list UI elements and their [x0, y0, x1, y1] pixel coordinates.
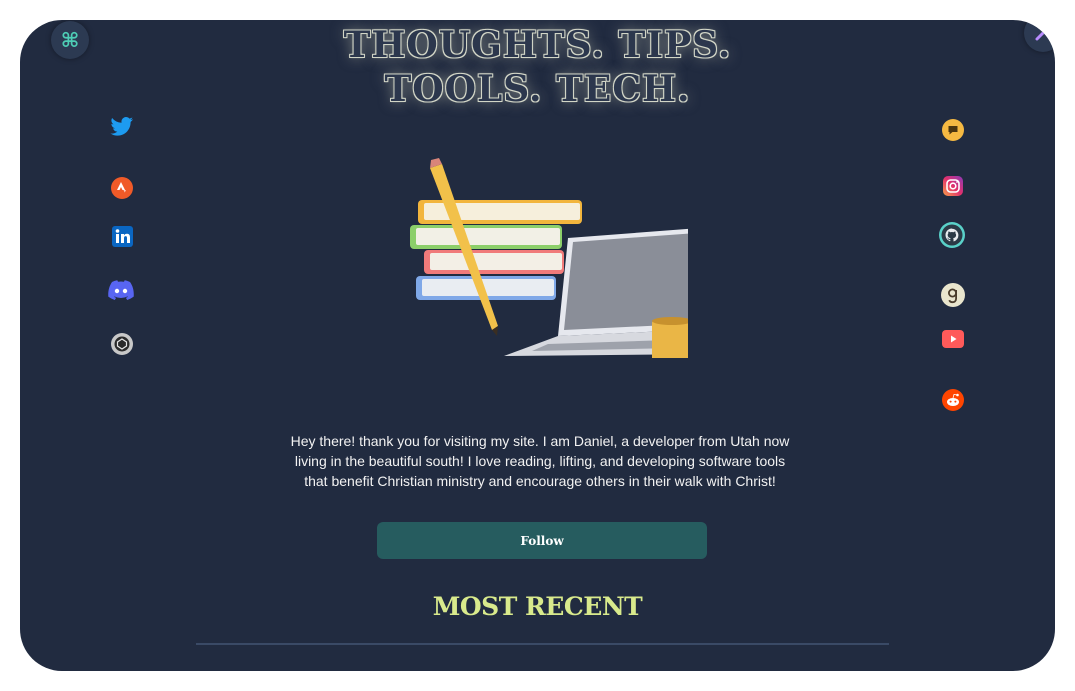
goodreads-link[interactable]	[940, 282, 966, 308]
linkedin-icon	[111, 225, 133, 247]
book-stack	[410, 200, 582, 300]
hero-headline-line-2: TOOLS. TECH.	[384, 68, 691, 110]
strava-icon	[111, 177, 133, 199]
youtube-icon	[942, 330, 964, 348]
reddit-icon	[942, 389, 964, 411]
coffee-mug	[652, 317, 688, 358]
discord-link[interactable]	[108, 277, 134, 303]
youtube-link[interactable]	[940, 326, 966, 352]
strava-link[interactable]	[109, 175, 135, 201]
section-divider	[196, 643, 889, 645]
chat-link[interactable]	[940, 117, 966, 143]
instagram-icon	[943, 176, 963, 196]
github-link[interactable]	[939, 222, 965, 248]
linkedin-link[interactable]	[109, 223, 135, 249]
goodreads-icon	[941, 283, 965, 307]
most-recent-heading: MOST RECENT	[432, 592, 643, 621]
discord-icon	[108, 280, 134, 300]
hero-headline-line-1: THOUGHTS. TIPS.	[343, 24, 732, 66]
bio-text: Hey there! thank you for visiting my sit…	[280, 431, 800, 491]
codepen-link[interactable]	[109, 331, 135, 357]
bio-line-3: that benefit Christian ministry and enco…	[304, 473, 776, 489]
books-laptop-illustration	[410, 158, 688, 358]
bio-line-2: living in the beautiful south! I love re…	[294, 453, 786, 469]
twitter-link[interactable]	[109, 114, 135, 140]
twitter-icon	[110, 117, 133, 136]
codepen-icon	[111, 333, 133, 355]
page-frame: ⌘ THOUGHTS. TIPS. TOOLS. TECH. Hey there…	[20, 20, 1055, 671]
github-icon	[939, 222, 965, 248]
reddit-link[interactable]	[940, 387, 966, 413]
chat-icon	[942, 119, 964, 141]
bio-line-1: Hey there! thank you for visiting my sit…	[290, 433, 790, 449]
instagram-link[interactable]	[940, 173, 966, 199]
follow-button[interactable]: Follow	[377, 522, 707, 559]
